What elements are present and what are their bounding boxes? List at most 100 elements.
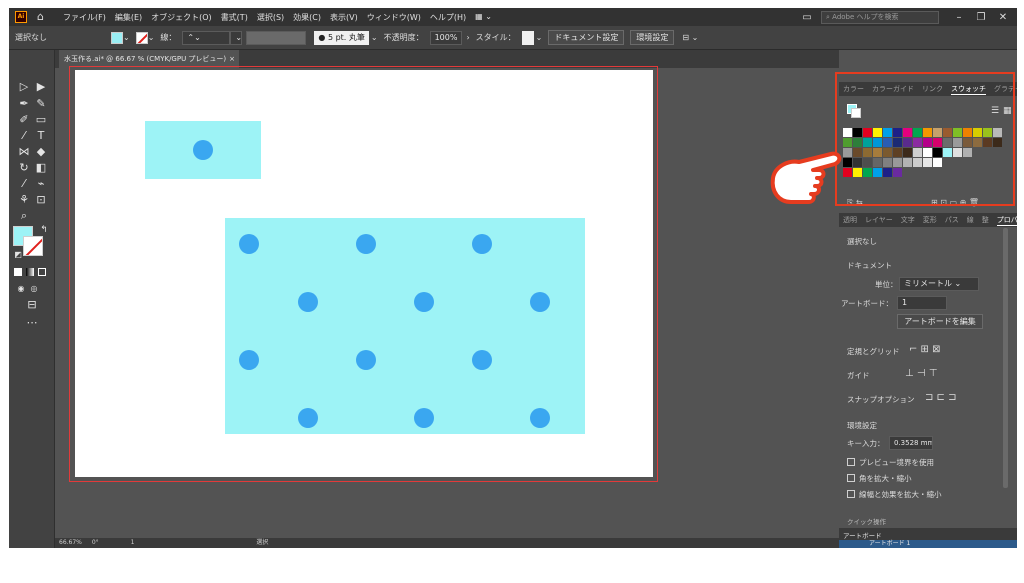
curvature-tool-icon[interactable]: ✎ <box>34 97 48 110</box>
reflect-tool-icon[interactable]: ⋈ <box>17 145 31 158</box>
brush-tool-icon[interactable]: ⁄ <box>17 129 31 142</box>
minimize-icon[interactable]: – <box>951 12 967 23</box>
menu-help[interactable]: ヘルプ(H) <box>430 12 466 23</box>
stroke-weight-field[interactable]: ⌃⌄ <box>182 30 231 45</box>
arrange-documents-icon[interactable]: ▭ <box>799 12 815 23</box>
tab-transparency[interactable]: 透明 <box>843 215 857 225</box>
fill-dropdown-icon[interactable]: ⌄ <box>123 33 130 42</box>
rotate-tool-icon[interactable]: ↻ <box>17 161 31 174</box>
zoom-level[interactable]: 66.67% <box>59 539 82 546</box>
tab-character[interactable]: 文字 <box>901 215 915 225</box>
tab-transform[interactable]: 変形 <box>923 215 937 225</box>
pattern-dot[interactable] <box>298 408 318 428</box>
swap-colors-icon[interactable]: ↰ <box>37 224 51 237</box>
brush-dropdown-icon[interactable]: ⌄ <box>371 33 378 42</box>
artboard-tool-icon[interactable]: ⊡ <box>34 193 48 206</box>
artboards-panel-tab[interactable]: アートボード <box>843 530 882 540</box>
rectangle-tool-icon[interactable]: ▭ <box>34 113 48 126</box>
guides-icons[interactable]: ⊥ ⊣ ⊤ <box>905 368 938 379</box>
rotation-value[interactable]: 0° <box>92 539 99 546</box>
menu-window[interactable]: ウィンドウ(W) <box>367 12 421 23</box>
pattern-dot[interactable] <box>356 234 376 254</box>
free-transform-tool-icon[interactable]: ◧ <box>34 161 48 174</box>
restore-icon[interactable]: ❐ <box>973 12 989 23</box>
color-mode-icon[interactable] <box>14 268 22 276</box>
symbol-tool-icon[interactable]: ⚘ <box>17 193 31 206</box>
tab-layers[interactable]: レイヤー <box>865 215 893 225</box>
type-tool-icon[interactable]: T <box>34 129 48 142</box>
pattern-dot[interactable] <box>239 234 259 254</box>
screen-mode-icon[interactable]: ⊟ <box>25 298 39 311</box>
menu-edit[interactable]: 編集(E) <box>115 12 142 23</box>
ruler-grid-icons[interactable]: ⌐ ⊞ ⊠ <box>909 344 941 355</box>
stroke-color-box[interactable] <box>23 236 43 256</box>
dot-sample-rectangle[interactable] <box>145 121 261 179</box>
brush-field[interactable]: ● 5 pt. 丸筆 <box>314 30 369 45</box>
units-select[interactable]: ミリメートル ⌄ <box>899 277 979 291</box>
blend-tool-icon[interactable]: ⌁ <box>34 177 48 190</box>
pen-tool-icon[interactable]: ✒ <box>17 97 31 110</box>
tab-properties[interactable]: プロパティ <box>996 215 1017 226</box>
draw-behind-icon[interactable]: ◎ <box>27 282 41 295</box>
properties-scrollbar[interactable] <box>1003 228 1008 488</box>
selection-tool-icon[interactable]: ▷ <box>17 80 31 93</box>
pattern-dot[interactable] <box>414 292 434 312</box>
eraser-tool-icon[interactable]: ◆ <box>34 145 48 158</box>
preview-bounds-checkbox[interactable] <box>847 458 855 466</box>
pattern-dot[interactable] <box>472 350 492 370</box>
artboard-navigator[interactable]: 1 <box>131 539 135 546</box>
stroke-dropdown-icon[interactable]: ⌄ <box>148 33 155 42</box>
menu-view[interactable]: 表示(V) <box>330 12 358 23</box>
stroke-weight-dropdown[interactable]: ⌄ <box>230 30 243 45</box>
pattern-dot[interactable] <box>530 408 550 428</box>
artboard[interactable] <box>75 70 653 477</box>
none-mode-icon[interactable] <box>38 268 46 276</box>
align-options-icon[interactable]: ⊟ ⌄ <box>682 33 698 42</box>
style-swatch[interactable] <box>521 30 534 45</box>
eyedropper-tool-icon[interactable]: ⁄ <box>17 177 31 190</box>
tab-align[interactable]: 整 <box>982 215 989 225</box>
zoom-tool-icon[interactable]: ⌕ <box>17 209 31 222</box>
menu-select[interactable]: 選択(S) <box>257 12 284 23</box>
pattern-dot[interactable] <box>239 350 259 370</box>
scale-corners-checkbox[interactable] <box>847 474 855 482</box>
more-tools-icon[interactable]: ⋯ <box>25 316 39 329</box>
pattern-rectangle[interactable] <box>225 218 585 434</box>
gradient-mode-icon[interactable] <box>26 268 34 276</box>
canvas-area[interactable] <box>55 66 839 538</box>
menu-type[interactable]: 書式(T) <box>221 12 248 23</box>
help-search-input[interactable]: ⌕ Adobe ヘルプを検索 <box>821 10 939 24</box>
workspace-switcher-icon[interactable]: ▦ ⌄ <box>475 12 492 23</box>
edit-artboard-button[interactable]: アートボードを編集 <box>897 314 983 329</box>
style-dropdown-icon[interactable]: ⌄ <box>536 33 543 42</box>
menu-effect[interactable]: 効果(C) <box>293 12 321 23</box>
menu-file[interactable]: ファイル(F) <box>63 12 106 23</box>
scale-strokes-checkbox[interactable] <box>847 490 855 498</box>
close-window-icon[interactable]: ✕ <box>995 12 1011 23</box>
home-icon[interactable]: ⌂ <box>37 11 49 23</box>
opacity-arrow-icon[interactable]: › <box>466 33 469 42</box>
draw-normal-icon[interactable]: ◉ <box>14 282 28 295</box>
fill-swatch[interactable] <box>111 31 123 44</box>
variable-width-field[interactable] <box>246 30 307 45</box>
tab-stroke[interactable]: 線 <box>967 215 974 225</box>
menu-object[interactable]: オブジェクト(O) <box>151 12 212 23</box>
anchor-tool-icon[interactable]: ✐ <box>17 113 31 126</box>
document-settings-button[interactable]: ドキュメント設定 <box>548 30 625 45</box>
pattern-dot[interactable] <box>472 234 492 254</box>
tab-pathfinder[interactable]: パス <box>945 215 959 225</box>
pattern-dot[interactable] <box>414 408 434 428</box>
sample-dot[interactable] <box>193 140 213 160</box>
opacity-field[interactable]: 100% <box>429 30 463 45</box>
pattern-dot[interactable] <box>530 292 550 312</box>
snap-icons[interactable]: ⊐ ⊏ ⊐ <box>925 392 957 403</box>
artboard-row-selected[interactable]: アートボード 1 <box>839 540 1017 548</box>
default-colors-icon[interactable]: ◩ <box>11 248 25 261</box>
preferences-button[interactable]: 環境設定 <box>630 30 675 45</box>
key-input-field[interactable]: 0.3528 mm <box>889 436 933 450</box>
pattern-dot[interactable] <box>356 350 376 370</box>
artboard-select[interactable]: 1 <box>897 296 947 310</box>
pattern-dot[interactable] <box>298 292 318 312</box>
direct-selection-tool-icon[interactable]: ▶ <box>34 80 48 93</box>
stroke-swatch[interactable] <box>135 31 148 44</box>
